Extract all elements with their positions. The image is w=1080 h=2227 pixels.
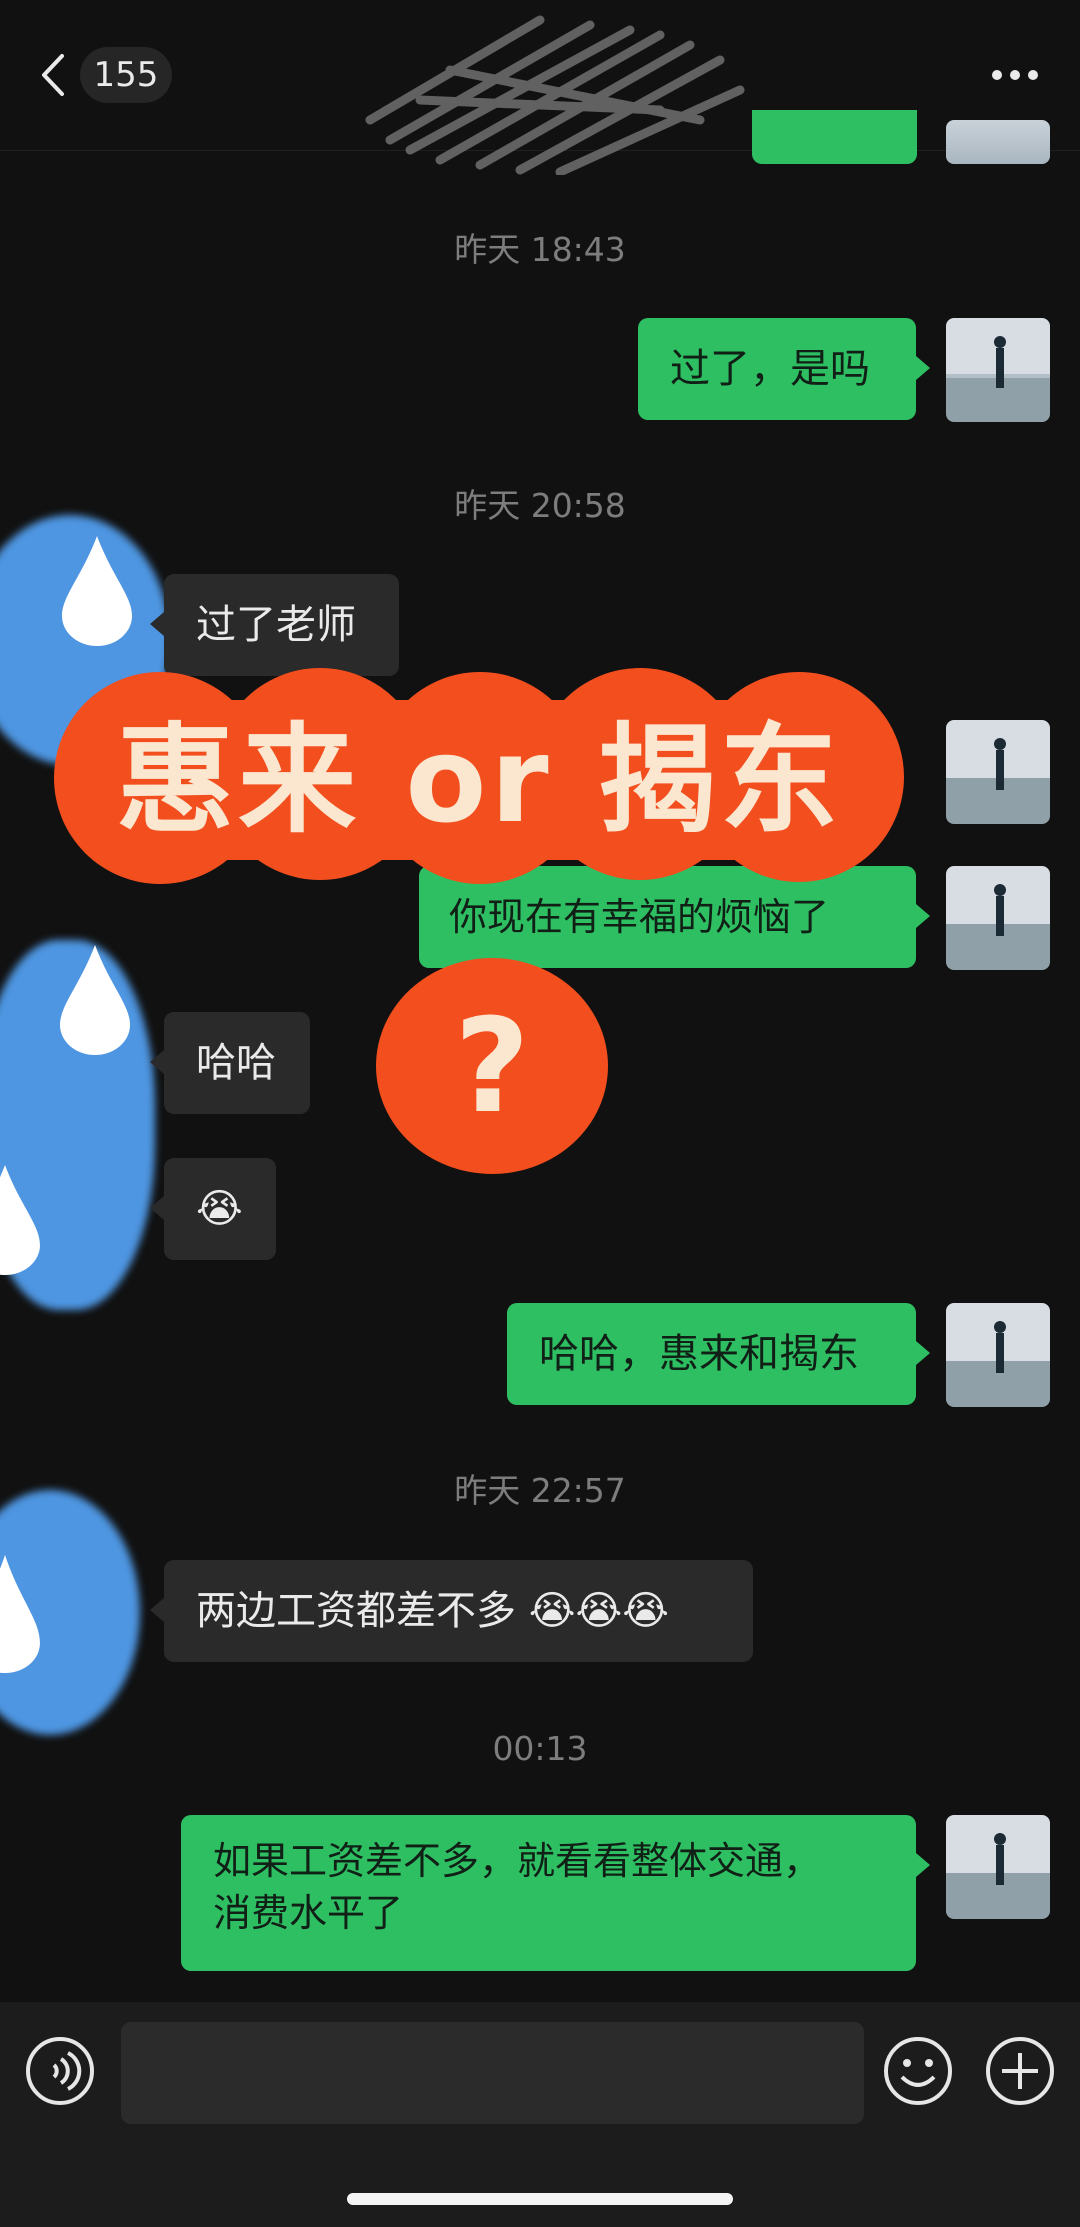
home-indicator[interactable] (347, 2193, 733, 2205)
voice-icon[interactable] (24, 2035, 96, 2107)
ellipsis-icon[interactable] (990, 63, 1040, 87)
sent-message[interactable]: 哈哈，惠来和揭东 (507, 1303, 930, 1405)
sent-message[interactable]: 如果工资差不多，就看看整体交通， 消费水平了 (181, 1815, 930, 1971)
water-drop-icon (62, 536, 132, 646)
previous-message-bubble (752, 110, 917, 164)
timestamp: 00:13 (492, 1729, 588, 1768)
timestamp: 昨天 18:43 (454, 230, 626, 269)
message-line: 如果工资差不多，就看看整体交通， (213, 1839, 822, 1883)
water-drop-icon (0, 1165, 40, 1275)
message-line: 消费水平了 (213, 1891, 404, 1935)
redaction-scribble (365, 15, 745, 175)
received-message[interactable]: 😭 (150, 1158, 276, 1260)
chevron-left-icon[interactable] (36, 52, 72, 98)
avatar[interactable] (946, 1815, 1050, 1919)
timestamp: 昨天 22:57 (454, 1471, 626, 1510)
unread-count-badge[interactable]: 155 (80, 47, 172, 103)
avatar[interactable] (946, 866, 1050, 970)
message-input[interactable] (121, 2022, 864, 2124)
water-drop-icon (60, 945, 130, 1055)
emoji-icon[interactable] (882, 2035, 954, 2107)
received-message[interactable]: 哈哈 (150, 1012, 310, 1114)
sent-message[interactable]: 过了，是吗 (638, 318, 930, 420)
water-drop-icon (0, 1555, 40, 1673)
avatar[interactable] (946, 318, 1050, 422)
plus-icon[interactable] (984, 2035, 1056, 2107)
avatar[interactable] (946, 720, 1050, 824)
received-message[interactable]: 过了老师 (150, 574, 399, 676)
received-message[interactable]: 两边工资都差不多 😭😭😭 (150, 1560, 753, 1662)
overlay-title: 惠来 or 揭东 (116, 711, 842, 849)
avatar[interactable] (946, 1303, 1050, 1407)
timestamp: 昨天 20:58 (454, 486, 626, 525)
overlay-question: ? (454, 990, 530, 1142)
avatar[interactable] (946, 120, 1050, 164)
